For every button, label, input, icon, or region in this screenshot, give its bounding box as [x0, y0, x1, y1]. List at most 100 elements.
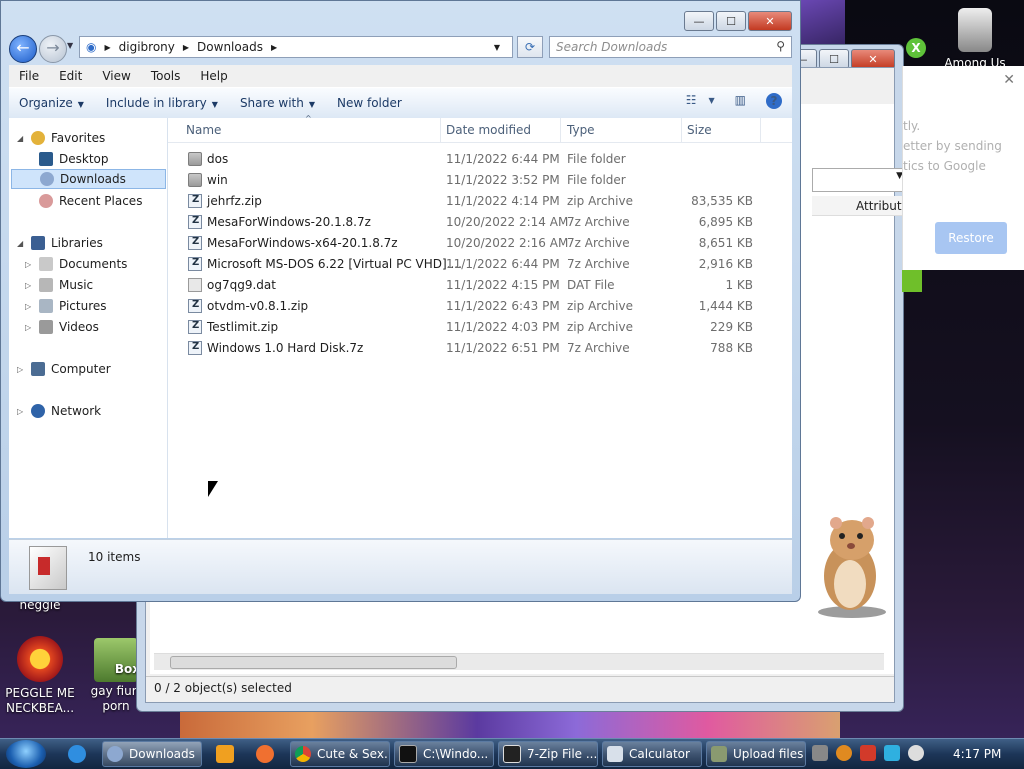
close-badge-icon[interactable]: X: [906, 38, 926, 58]
column-attributes[interactable]: Attribute: [812, 196, 912, 216]
refresh-button[interactable]: ⟳: [517, 36, 543, 58]
file-row[interactable]: dos 11/1/2022 6:44 PM File folder: [168, 149, 792, 170]
expand-arrow-icon[interactable]: ▷: [25, 260, 31, 269]
internet-explorer-icon[interactable]: [68, 745, 86, 763]
tray-flag-icon[interactable]: [860, 745, 876, 761]
desktop-icon-label: Among Us: [944, 56, 1006, 66]
desktop-icon-label: PEGGLE ME NECKBEA...: [5, 686, 75, 715]
nav-downloads[interactable]: Downloads: [11, 169, 166, 189]
column-divider[interactable]: [440, 118, 441, 142]
close-button[interactable]: ✕: [748, 11, 792, 31]
media-player-icon[interactable]: [216, 745, 234, 763]
close-button[interactable]: ✕: [851, 49, 895, 69]
taskbar-downloads[interactable]: Downloads: [102, 741, 202, 767]
column-divider[interactable]: [760, 118, 761, 142]
tray-search-icon[interactable]: [836, 745, 852, 761]
menu-file[interactable]: File: [9, 69, 49, 83]
file-row[interactable]: otvdm-v0.8.1.zip 11/1/2022 6:43 PM zip A…: [168, 296, 792, 317]
include-in-library-button[interactable]: Include in library ▼: [96, 96, 230, 110]
navigation-pane: ◢ Favorites Desktop Downloads Recent Pla…: [9, 118, 168, 538]
column-type[interactable]: Type: [567, 123, 595, 137]
file-row[interactable]: jehrfz.zip 11/1/2022 4:14 PM zip Archive…: [168, 191, 792, 212]
nav-documents[interactable]: ▷ Documents: [25, 254, 127, 274]
restore-button[interactable]: Restore: [935, 222, 1007, 254]
organize-button[interactable]: Organize ▼: [9, 96, 96, 110]
expand-arrow-icon[interactable]: ◢: [17, 239, 23, 248]
column-divider[interactable]: [560, 118, 561, 142]
clock[interactable]: 4:17 PM: [953, 747, 1001, 761]
tray-app-icon[interactable]: [812, 745, 828, 761]
taskbar-cmd[interactable]: C:\Windo...: [394, 741, 494, 767]
nav-desktop[interactable]: Desktop: [39, 149, 109, 169]
taskbar-label: 7-Zip File ...: [527, 747, 598, 761]
file-row[interactable]: Microsoft MS-DOS 6.22 [Virtual PC VHD]..…: [168, 254, 792, 275]
minimize-button[interactable]: —: [684, 11, 714, 31]
menu-edit[interactable]: Edit: [49, 69, 92, 83]
path-combo[interactable]: ▼: [812, 168, 908, 192]
nav-network[interactable]: ▷ Network: [17, 401, 102, 421]
menu-help[interactable]: Help: [190, 69, 237, 83]
maximize-button[interactable]: ☐: [819, 49, 849, 69]
expand-arrow-icon[interactable]: ▷: [17, 407, 23, 416]
file-row[interactable]: Testlimit.zip 11/1/2022 4:03 PM zip Arch…: [168, 317, 792, 338]
taskbar-upload-files[interactable]: Upload files: [706, 741, 806, 767]
scroll-thumb[interactable]: [170, 656, 457, 669]
help-icon[interactable]: ?: [766, 93, 782, 109]
forward-button[interactable]: →: [39, 35, 67, 63]
column-divider[interactable]: [681, 118, 682, 142]
paint-icon[interactable]: [256, 745, 274, 763]
breadcrumb-downloads[interactable]: Downloads: [197, 40, 263, 54]
search-icon[interactable]: ⚲: [776, 39, 785, 53]
tray-network-icon[interactable]: [884, 745, 900, 761]
file-row[interactable]: MesaForWindows-20.1.8.7z 10/20/2022 2:14…: [168, 212, 792, 233]
expand-arrow-icon[interactable]: ▷: [17, 365, 23, 374]
taskbar-calculator[interactable]: Calculator: [602, 741, 702, 767]
file-row[interactable]: og7qg9.dat 11/1/2022 4:15 PM DAT File 1 …: [168, 275, 792, 296]
preview-pane-icon[interactable]: ▥: [735, 93, 746, 109]
nav-recent-places[interactable]: Recent Places: [39, 191, 142, 211]
close-icon[interactable]: ✕: [1003, 72, 1015, 88]
nav-libraries[interactable]: ◢ Libraries: [17, 233, 103, 253]
nav-music[interactable]: ▷ Music: [25, 275, 93, 295]
menu-tools[interactable]: Tools: [141, 69, 191, 83]
archive-icon: [188, 320, 202, 334]
nav-label: Network: [51, 404, 102, 418]
file-row[interactable]: win 11/1/2022 3:52 PM File folder: [168, 170, 792, 191]
share-with-button[interactable]: Share with ▼: [230, 96, 327, 110]
expand-arrow-icon[interactable]: ▷: [25, 302, 31, 311]
address-bar[interactable]: ◉ ▶ digibrony ▶ Downloads ▶ ▼: [79, 36, 513, 58]
column-name[interactable]: Name: [186, 123, 221, 137]
nav-videos[interactable]: ▷ Videos: [25, 317, 99, 337]
expand-arrow-icon[interactable]: ◢: [17, 134, 23, 143]
file-row[interactable]: Windows 1.0 Hard Disk.7z 11/1/2022 6:51 …: [168, 338, 792, 359]
panel-text-line: tly.: [903, 119, 921, 133]
nav-favorites[interactable]: ◢ Favorites: [17, 128, 105, 148]
maximize-button[interactable]: ☐: [716, 11, 746, 31]
column-size[interactable]: Size: [687, 123, 712, 137]
back-button[interactable]: ←: [9, 35, 37, 63]
taskbar-chrome[interactable]: Cute & Sex...: [290, 741, 390, 767]
desktop-icon: [39, 152, 53, 166]
nav-pictures[interactable]: ▷ Pictures: [25, 296, 107, 316]
chevron-down-icon[interactable]: ▼: [709, 96, 715, 109]
column-date-modified[interactable]: Date modified: [446, 123, 531, 137]
desktop-icon-among-us[interactable]: Among Us: [940, 8, 1010, 66]
horizontal-scrollbar[interactable]: [154, 653, 884, 670]
recent-pages-dropdown[interactable]: ▼: [67, 41, 73, 50]
menu-view[interactable]: View: [92, 69, 140, 83]
expand-arrow-icon[interactable]: ▷: [25, 323, 31, 332]
start-button[interactable]: [6, 740, 46, 768]
green-strip: [902, 270, 922, 292]
search-input[interactable]: Search Downloads ⚲: [549, 36, 792, 58]
breadcrumb-digibrony[interactable]: digibrony: [119, 40, 175, 54]
taskbar-7zip[interactable]: 7-Zip File ...: [498, 741, 598, 767]
file-row[interactable]: MesaForWindows-x64-20.1.8.7z 10/20/2022 …: [168, 233, 792, 254]
file-date: 11/1/2022 3:52 PM: [446, 173, 560, 187]
expand-arrow-icon[interactable]: ▷: [25, 281, 31, 290]
change-view-icon[interactable]: ☷: [686, 93, 697, 109]
tray-volume-icon[interactable]: [908, 745, 924, 761]
address-dropdown-icon[interactable]: ▼: [494, 43, 500, 52]
nav-computer[interactable]: ▷ Computer: [17, 359, 111, 379]
new-folder-button[interactable]: New folder: [327, 96, 414, 110]
desktop-icon-peggle[interactable]: PEGGLE ME NECKBEA...: [4, 636, 76, 716]
